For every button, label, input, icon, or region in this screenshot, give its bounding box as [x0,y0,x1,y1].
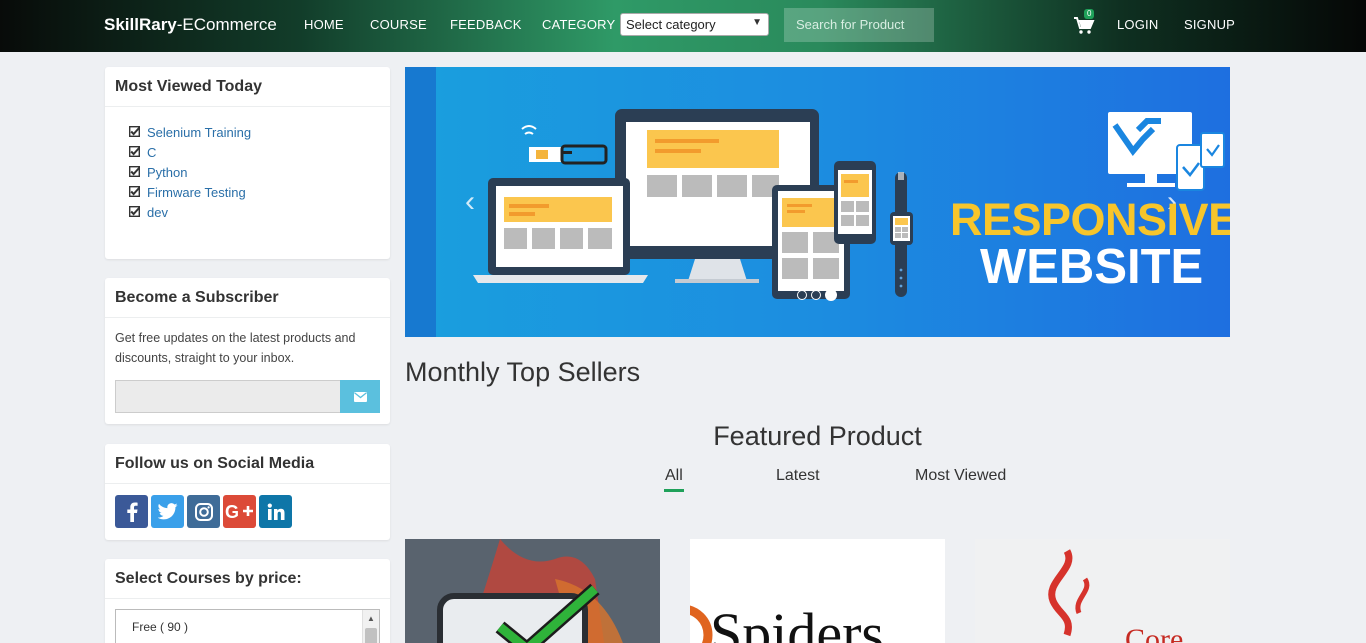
subscribe-email-input[interactable] [115,380,340,413]
social-title: Follow us on Social Media [105,444,390,484]
subscribe-button[interactable] [340,380,380,413]
social-panel: Follow us on Social Media G [105,444,390,540]
product-card[interactable]: Spiders [690,539,945,643]
carousel-prev-arrow[interactable]: ‹ [465,187,475,217]
facebook-icon [126,502,138,522]
facebook-button[interactable] [115,495,148,528]
linkedin-icon [267,503,284,520]
nav-home-link[interactable]: HOME [304,17,344,32]
tab-all[interactable]: All [665,467,683,485]
carousel-indicator-active[interactable] [825,289,837,301]
login-link[interactable]: LOGIN [1117,17,1158,32]
product-thumbnail-selenium [405,539,660,643]
most-viewed-link[interactable]: C [147,145,156,160]
price-listbox-scrollbar[interactable]: ▲ [362,610,379,643]
list-item[interactable]: C [129,142,390,162]
google-plus-icon: G [225,502,253,522]
instagram-icon [194,502,213,521]
linkedin-button[interactable] [259,495,292,528]
social-buttons: G [105,484,390,539]
subscriber-panel: Become a Subscriber Get free updates on … [105,278,390,424]
list-item[interactable]: Selenium Training [129,122,390,142]
twitter-button[interactable] [151,495,184,528]
most-viewed-list: Selenium Training C Python Firmware Test… [105,107,390,222]
product-card[interactable]: Core [975,539,1230,643]
banner-headline-2: WEBSITE [980,240,1204,294]
most-viewed-link[interactable]: Selenium Training [147,125,251,140]
subscriber-title: Become a Subscriber [105,278,390,318]
product-card[interactable] [405,539,660,643]
most-viewed-title: Most Viewed Today [105,67,390,107]
svg-text:Core: Core [1125,623,1183,643]
svg-text:G: G [225,502,239,522]
brand-logo[interactable]: SkillRary-ECommerce [104,15,277,35]
price-option[interactable]: Free ( 90 ) [116,610,379,634]
category-select[interactable]: Select category ▼ [620,13,769,36]
monthly-top-sellers-heading: Monthly Top Sellers [405,357,641,387]
checkbox-checked-icon [129,185,140,197]
list-item[interactable]: Firmware Testing [129,182,390,202]
scrollbar-thumb[interactable] [365,628,377,643]
product-thumbnail-core-java: Core [975,539,1230,643]
price-filter-panel: Select Courses by price: Free ( 90 ) ▲ [105,559,390,643]
chevron-down-icon: ▼ [752,17,762,28]
subscribe-form [115,380,380,413]
price-listbox[interactable]: Free ( 90 ) ▲ [115,609,380,643]
most-viewed-link[interactable]: Python [147,165,187,180]
google-plus-button[interactable]: G [223,495,256,528]
signup-link[interactable]: SIGNUP [1184,17,1235,32]
checkbox-checked-icon [129,165,140,177]
most-viewed-link[interactable]: dev [147,205,168,220]
tab-most-viewed[interactable]: Most Viewed [915,467,1006,485]
brand-bold: SkillRary [104,15,177,34]
top-navbar: SkillRary-ECommerce HOME COURSE FEEDBACK… [0,0,1366,52]
scroll-up-arrow-icon[interactable]: ▲ [367,614,375,623]
product-search-input[interactable]: Search for Product [784,8,934,42]
subscriber-description: Get free updates on the latest products … [115,331,356,365]
list-item[interactable]: Python [129,162,390,182]
category-select-value: Select category [626,17,716,32]
most-viewed-panel: Most Viewed Today Selenium Training C Py… [105,67,390,259]
nav-category-link[interactable]: CATEGORY [542,17,615,32]
search-placeholder: Search for Product [796,17,905,32]
nav-feedback-link[interactable]: FEEDBACK [450,17,522,32]
svg-text:Spiders: Spiders [710,601,884,643]
checkbox-checked-icon [129,125,140,137]
product-thumbnail-qspiders: Spiders [690,539,945,643]
price-filter-title: Select Courses by price: [105,559,390,599]
active-tab-indicator [664,489,684,492]
carousel-indicator[interactable] [811,290,821,300]
tab-latest[interactable]: Latest [776,467,820,485]
brand-rest: -ECommerce [176,15,277,34]
featured-product-heading: Featured Product [713,421,922,451]
list-item[interactable]: dev [129,202,390,222]
most-viewed-link[interactable]: Firmware Testing [147,185,246,200]
checkbox-checked-icon [129,205,140,217]
carousel-indicators [797,289,837,302]
instagram-button[interactable] [187,495,220,528]
cart-count-badge: 0 [1084,9,1095,19]
nav-course-link[interactable]: COURSE [370,17,427,32]
hero-carousel: ‹ › RESPONSIVE WEBSITE [405,67,1230,337]
checkbox-checked-icon [129,145,140,157]
twitter-icon [157,503,178,520]
carousel-indicator[interactable] [797,290,807,300]
envelope-icon [353,391,367,402]
